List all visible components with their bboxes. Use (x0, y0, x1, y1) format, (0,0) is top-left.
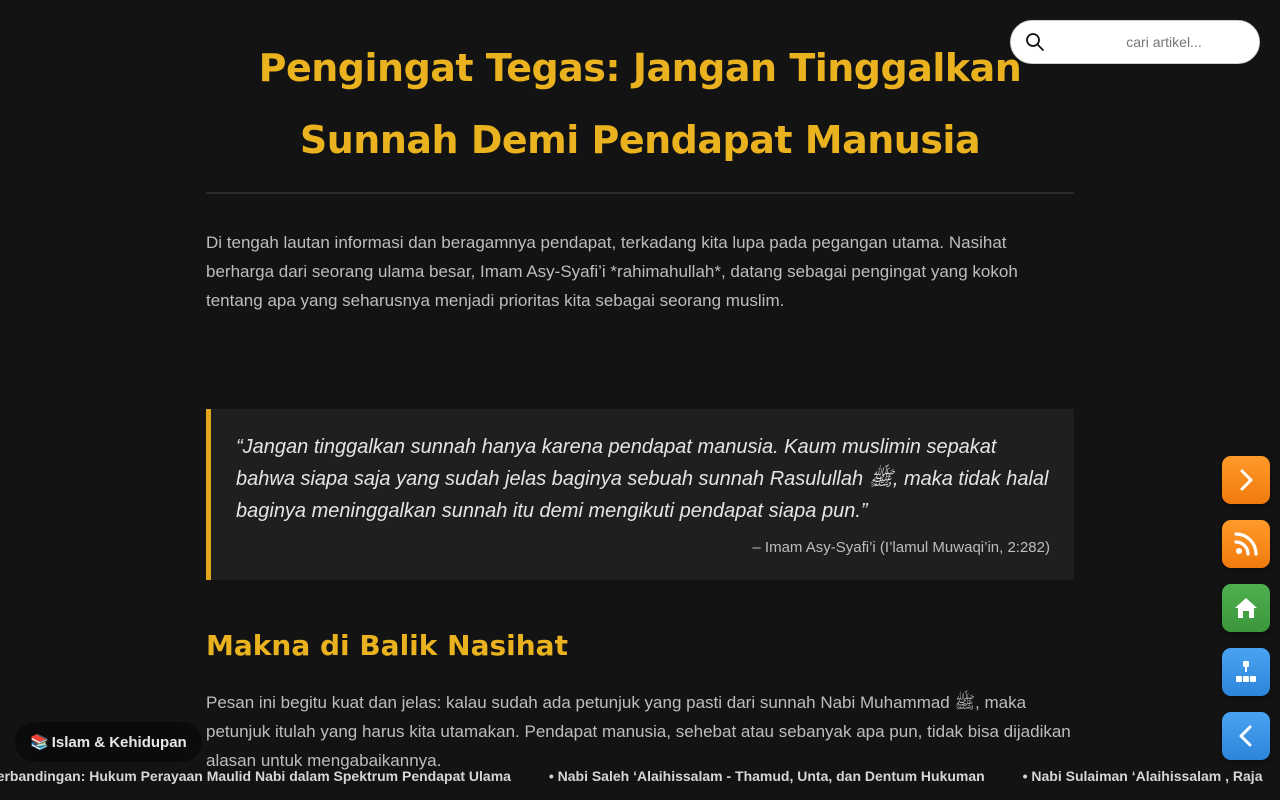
chevron-left-icon (1239, 725, 1252, 747)
ticker-item[interactable]: sis Perbandingan: Hukum Perayaan Maulid … (0, 768, 511, 784)
sitemap-icon (1236, 661, 1256, 682)
news-ticker: sis Perbandingan: Hukum Perayaan Maulid … (0, 762, 1280, 792)
side-nav (1222, 456, 1270, 776)
ticker-item[interactable]: • Nabi Sulaiman ‘Alaihissalam , Raja (1023, 768, 1263, 784)
ticker-item[interactable]: • Nabi Saleh ‘Alaihissalam - Thamud, Unt… (549, 768, 985, 784)
intro-paragraph: Di tengah lautan informasi dan beragamny… (206, 233, 1018, 310)
prev-post-button[interactable] (1222, 712, 1270, 760)
section-heading: Makna di Balik Nasihat (206, 629, 568, 662)
category-label: Islam & Kehidupan (51, 733, 187, 751)
article: Pengingat Tegas: Jangan Tinggalkan Sunna… (206, 32, 1074, 775)
next-post-button[interactable] (1222, 456, 1270, 504)
rss-button[interactable] (1222, 520, 1270, 568)
quote-source: – Imam Asy-Syafi’i (I’lamul Muwaqi’in, 2… (752, 539, 1050, 556)
page-title: Pengingat Tegas: Jangan Tinggalkan Sunna… (258, 46, 1022, 162)
chevron-right-icon (1240, 469, 1253, 491)
ticker-track: sis Perbandingan: Hukum Perayaan Maulid … (0, 768, 1280, 784)
home-icon (1235, 598, 1257, 618)
books-icon: 📚 (30, 734, 49, 751)
home-button[interactable] (1222, 584, 1270, 632)
search-input[interactable] (1055, 27, 1251, 57)
rss-icon (1234, 532, 1258, 556)
quote-block: “Jangan tinggalkan sunnah hanya karena p… (206, 409, 1074, 580)
quote-text: “Jangan tinggalkan sunnah hanya karena p… (236, 436, 1049, 522)
category-badge[interactable]: 📚 Islam & Kehidupan (15, 722, 202, 762)
sitemap-button[interactable] (1222, 648, 1270, 696)
title-divider (206, 192, 1074, 194)
